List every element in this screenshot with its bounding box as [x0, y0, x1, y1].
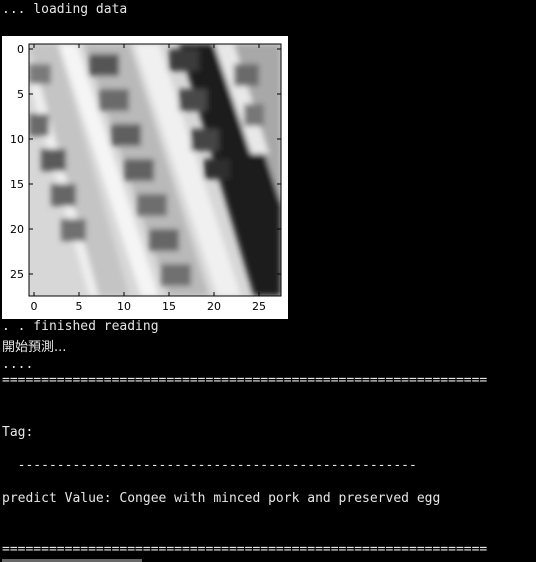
finished-reading-line: . . finished reading	[2, 319, 159, 334]
separator-bottom-line: ========================================…	[2, 542, 488, 557]
y-tick-label: 25	[10, 268, 24, 281]
y-tick-label: 15	[10, 178, 24, 191]
y-tick-label: 10	[10, 133, 24, 146]
dashes-line: ----------------------------------------…	[2, 458, 417, 473]
predict-value-line: predict Value: Congee with minced pork a…	[2, 491, 441, 506]
x-tick-label: 25	[252, 300, 266, 313]
predict-start-line: 開始預測...	[2, 340, 67, 355]
grayscale-image	[29, 44, 281, 296]
image-plot-svg: 0 5 10 15 20 25 0 5 10 15 20 25	[10, 43, 282, 313]
y-tick-label: 20	[10, 223, 24, 236]
tag-label: Tag:	[2, 425, 34, 440]
image-plot: 0 5 10 15 20 25 0 5 10 15 20 25	[2, 36, 288, 319]
x-tick-label: 5	[76, 300, 83, 313]
x-tick-label: 15	[162, 300, 176, 313]
dots-line: ....	[2, 357, 34, 372]
y-tick-label: 5	[17, 88, 24, 101]
x-tick-label: 10	[117, 300, 131, 313]
x-tick-label: 0	[31, 300, 38, 313]
y-tick-label: 0	[17, 43, 24, 56]
loading-line: ... loading data	[2, 2, 128, 17]
x-tick-label: 20	[207, 300, 221, 313]
separator-line: ========================================…	[2, 373, 488, 388]
